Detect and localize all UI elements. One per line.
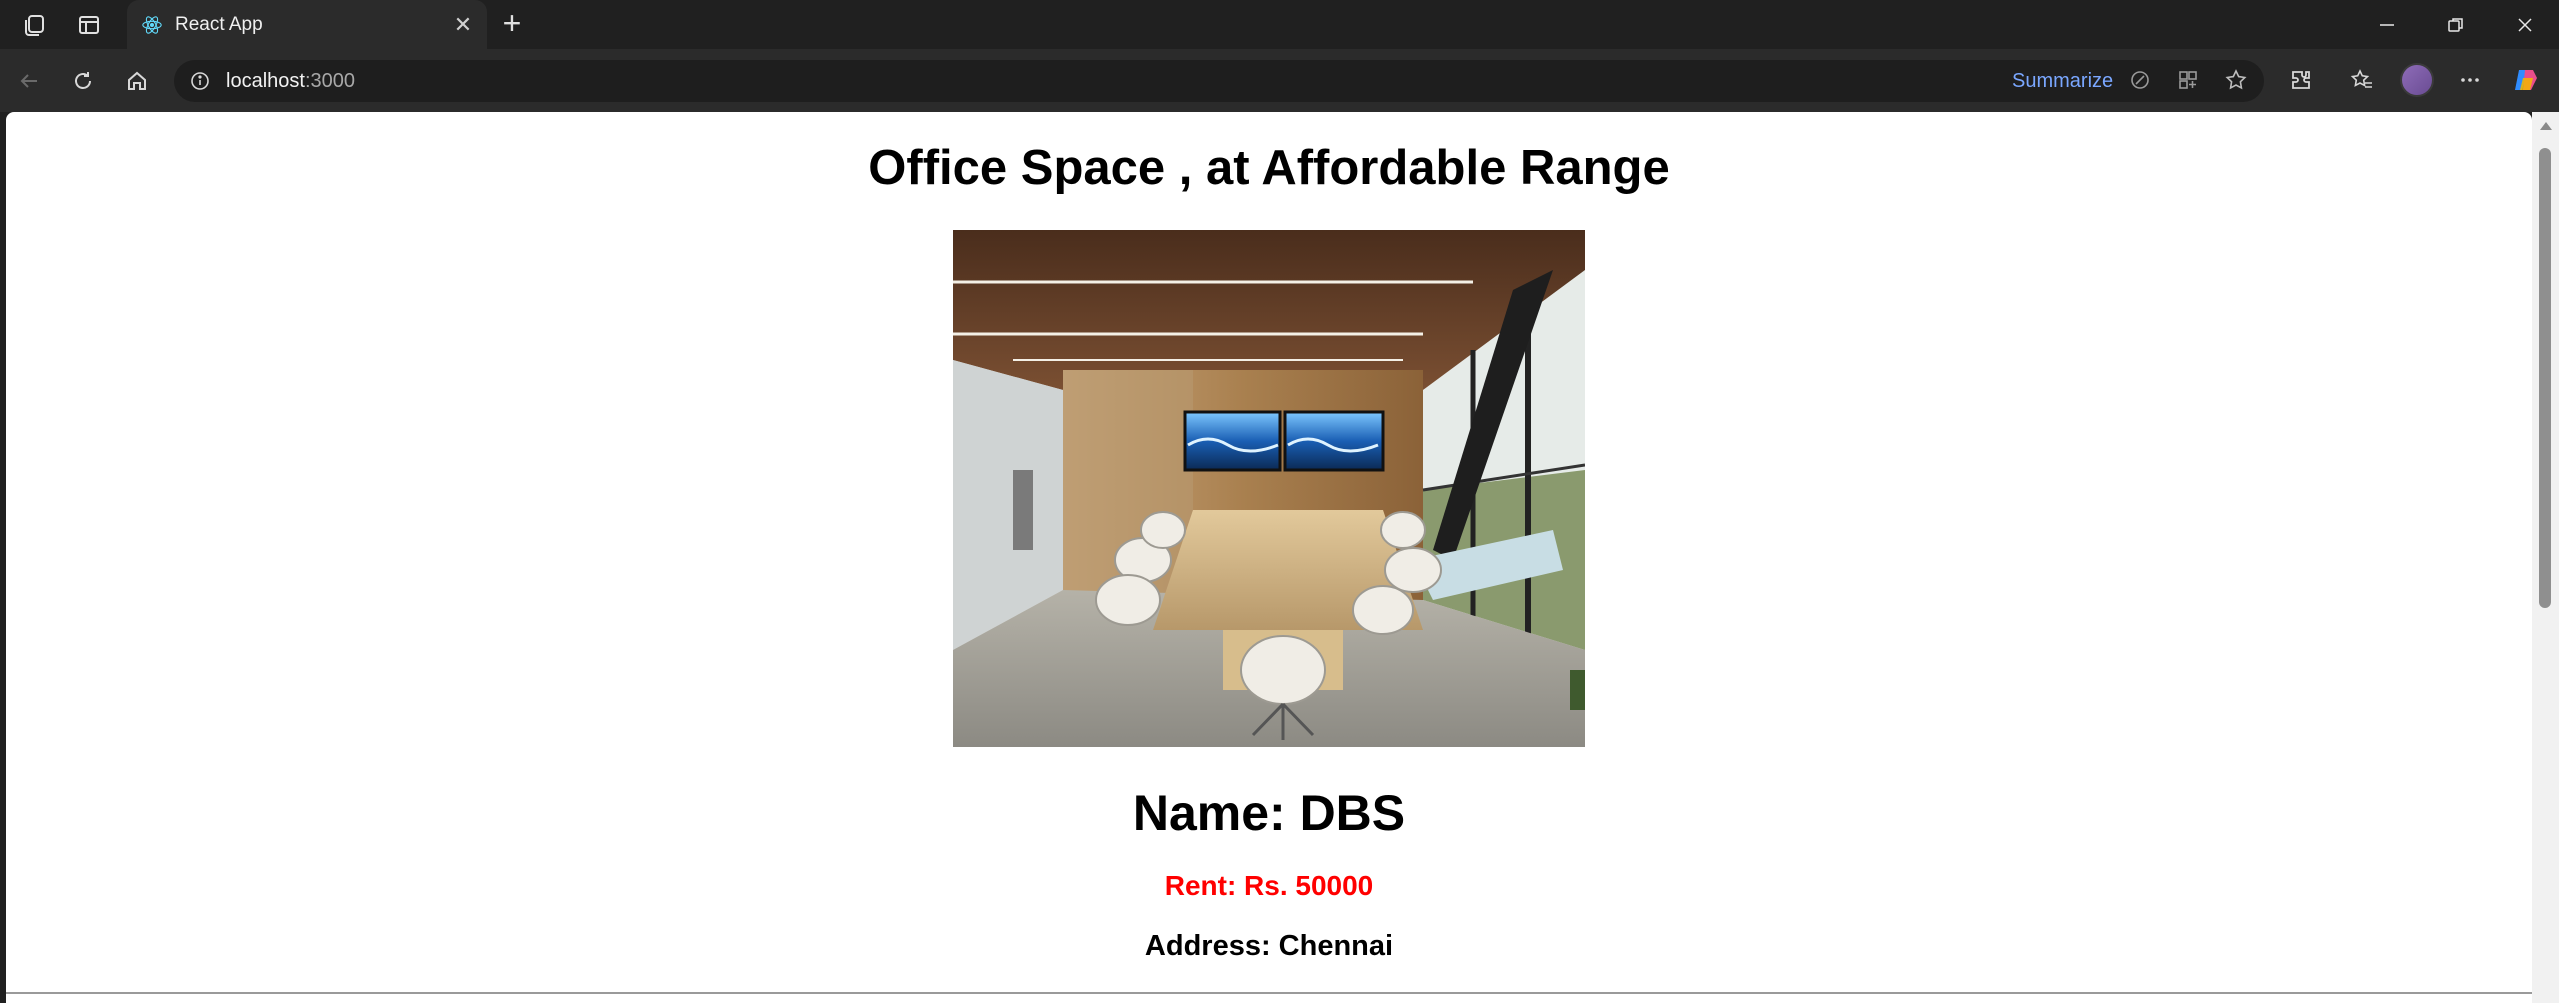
workspaces-icon[interactable]: [20, 10, 50, 40]
summarize-button[interactable]: Summarize: [2012, 70, 2113, 93]
tab-title: React App: [175, 13, 263, 35]
info-icon[interactable]: [188, 69, 212, 93]
extensions-icon[interactable]: [2286, 65, 2316, 95]
home-icon[interactable]: [119, 63, 155, 99]
close-tab-icon[interactable]: ✕: [449, 11, 477, 39]
scrollbar-thumb[interactable]: [2539, 148, 2551, 608]
address-bar[interactable]: localhost:3000: [174, 60, 2264, 102]
favorites-icon[interactable]: [2347, 65, 2377, 95]
close-window-icon[interactable]: [2494, 0, 2556, 49]
tab-strip: React App ✕ +: [0, 0, 2559, 49]
copilot-icon[interactable]: [2511, 65, 2541, 95]
office-image: [953, 230, 1585, 747]
office-address: Address: Chennai: [1144, 930, 1394, 962]
vertical-scrollbar[interactable]: [2532, 112, 2559, 1003]
react-favicon: [139, 12, 165, 38]
url-host: localhost: [226, 69, 305, 92]
restore-icon[interactable]: [2425, 0, 2487, 49]
read-aloud-icon[interactable]: [2125, 65, 2155, 95]
page-title: Office Space , at Affordable Range: [868, 141, 1670, 195]
minimize-icon[interactable]: [2356, 0, 2418, 49]
divider: [6, 992, 2532, 994]
more-icon[interactable]: [2455, 65, 2485, 95]
url-text: localhost:3000: [226, 70, 355, 93]
url-port: :3000: [304, 69, 355, 92]
refresh-icon[interactable]: [65, 63, 101, 99]
browser-toolbar: localhost:3000 Summarize: [0, 49, 2559, 112]
tab-actions-icon[interactable]: [74, 10, 104, 40]
favorite-star-icon[interactable]: [2221, 65, 2251, 95]
apps-icon[interactable]: [2173, 65, 2203, 95]
profile-avatar[interactable]: [2400, 63, 2434, 97]
office-rent: Rent: Rs. 50000: [1164, 870, 1374, 901]
scroll-up-icon[interactable]: [2540, 122, 2552, 130]
back-icon[interactable]: [11, 63, 47, 99]
page-viewport: Office Space , at Affordable Range Name:…: [6, 112, 2532, 1003]
office-name: Name: DBS: [1132, 785, 1406, 841]
tab-react-app[interactable]: React App ✕: [127, 0, 487, 49]
new-tab-icon[interactable]: +: [497, 7, 527, 39]
